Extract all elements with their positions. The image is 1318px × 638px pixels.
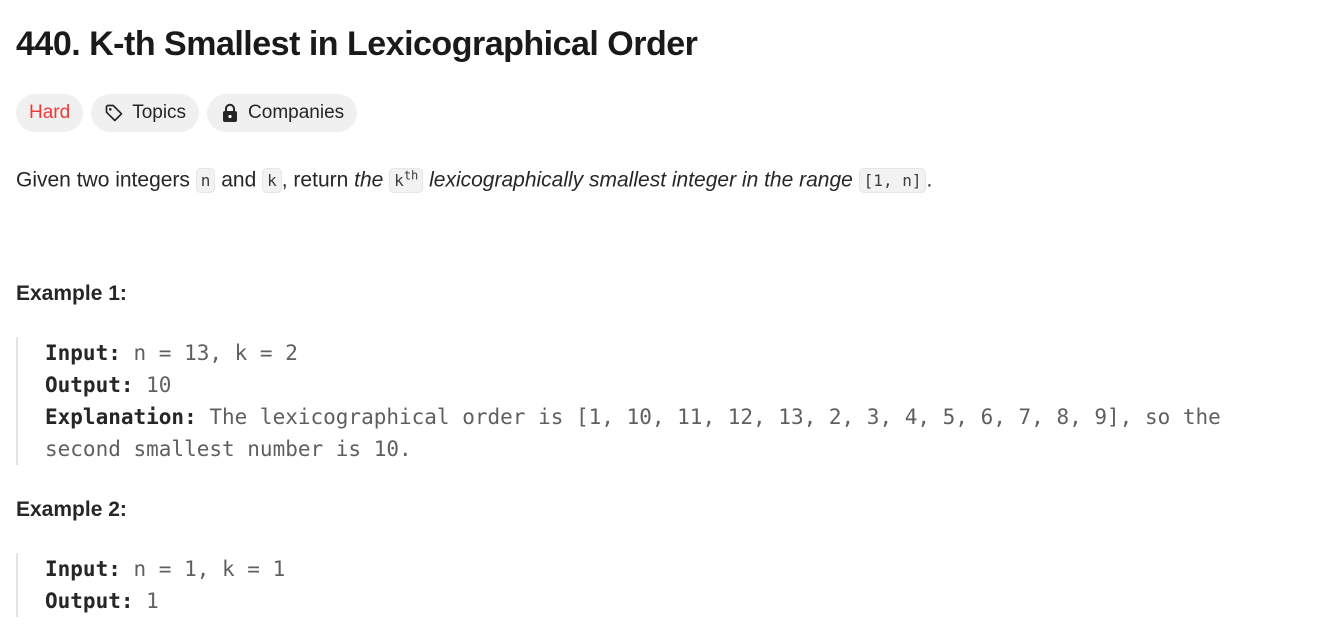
statement-text: and <box>215 168 263 192</box>
code-range: [1, n] <box>858 168 927 194</box>
code-kth-base: k <box>394 171 404 191</box>
example-2-input: Input: n = 1, k = 1 <box>45 553 1302 585</box>
difficulty-badge: Hard <box>16 94 84 132</box>
output-value: 10 <box>133 373 172 398</box>
input-value: n = 13, k = 2 <box>120 341 298 366</box>
explanation-label: Explanation: <box>45 405 197 430</box>
companies-label: Companies <box>248 102 345 123</box>
problem-title[interactable]: 440. K-th Smallest in Lexicographical Or… <box>16 18 1302 70</box>
problem-statement: Given two integers n and k, return the k… <box>16 158 1302 199</box>
problem-tags: Hard Topics Companies <box>16 94 1302 132</box>
companies-button[interactable]: Companies <box>207 94 358 132</box>
input-value: n = 1, k = 1 <box>120 557 286 582</box>
statement-text: . <box>926 168 933 192</box>
example-2-title: Example 2: <box>16 498 127 522</box>
tag-icon <box>104 103 124 123</box>
lock-icon <box>220 103 240 123</box>
topics-label: Topics <box>132 102 187 123</box>
output-label: Output: <box>45 589 134 614</box>
explanation-value: The lexicographical order is [1, 10, 11,… <box>196 405 1221 430</box>
statement-emphasis: the <box>354 168 390 192</box>
difficulty-label: Hard <box>29 102 71 123</box>
statement-text: Given two integers <box>16 168 196 192</box>
example-2-output: Output: 1 <box>45 585 1302 617</box>
topics-button[interactable]: Topics <box>91 94 200 132</box>
example-1-explanation: Explanation: The lexicographical order i… <box>45 401 1302 433</box>
code-kth: kth <box>389 168 424 194</box>
code-kth-sup: th <box>403 169 419 183</box>
example-1-explanation-cont: second smallest number is 10. <box>45 437 412 462</box>
example-1-input: Input: n = 13, k = 2 <box>45 337 1302 369</box>
example-1-block: Input: n = 13, k = 2 Output: 10 Explanat… <box>16 337 1302 466</box>
output-label: Output: <box>45 373 134 398</box>
statement-emphasis: lexicographically smallest integer in th… <box>423 168 859 192</box>
statement-text: , return <box>281 168 355 192</box>
example-2-block: Input: n = 1, k = 1 Output: 1 <box>16 553 1302 618</box>
output-value: 1 <box>133 589 159 614</box>
problem-description: 440. K-th Smallest in Lexicographical Or… <box>16 18 1302 618</box>
input-label: Input: <box>45 557 121 582</box>
example-1-title: Example 1: <box>16 282 127 306</box>
code-k: k <box>262 168 282 194</box>
code-n: n <box>195 168 216 194</box>
example-1-output: Output: 10 <box>45 369 1302 401</box>
input-label: Input: <box>45 341 121 366</box>
